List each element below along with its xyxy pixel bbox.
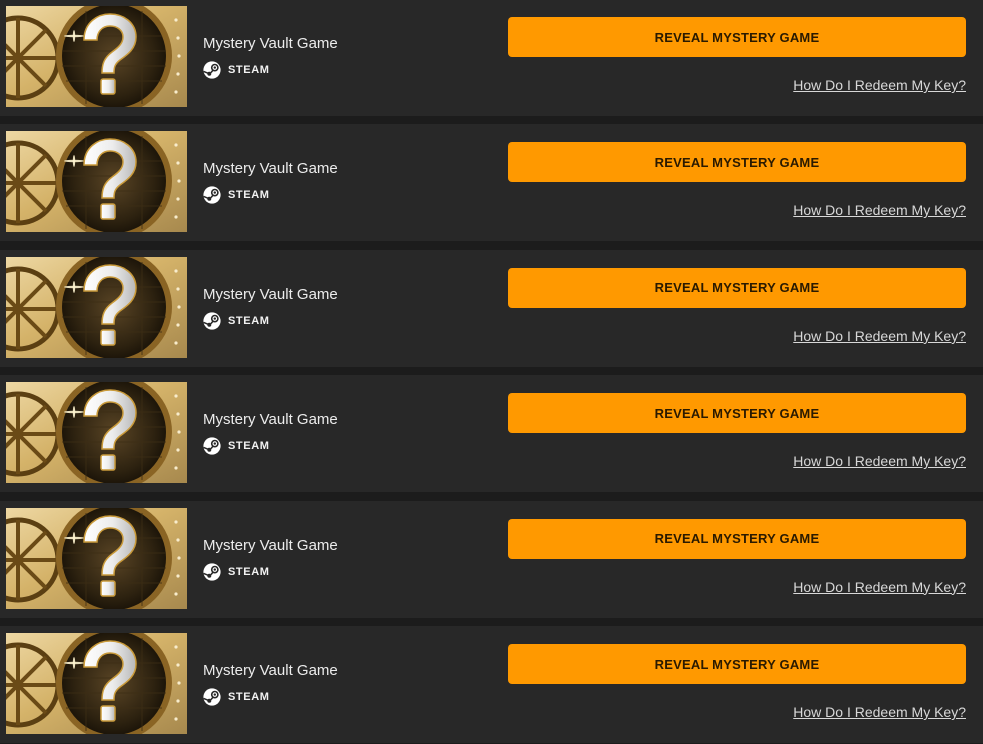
vault-question-mark-image: [6, 507, 187, 609]
vault-question-mark-image: [6, 633, 187, 734]
platform-badge: STEAM: [203, 312, 270, 330]
game-key-row: Mystery Vault Game STEAM REVEAL MYSTERY …: [0, 0, 983, 116]
steam-icon: [203, 562, 221, 581]
reveal-mystery-game-button[interactable]: REVEAL MYSTERY GAME: [508, 518, 966, 559]
vault-question-mark-image: [6, 382, 187, 484]
steam-icon: [203, 437, 221, 455]
game-key-row: Mystery Vault Game STEAM REVEAL MYSTERY …: [0, 375, 983, 493]
vault-question-mark-image: [6, 256, 187, 358]
game-title: Mystery Vault Game: [203, 285, 338, 303]
steam-icon: [203, 186, 221, 204]
how-to-redeem-link[interactable]: How Do I Redeem My Key?: [793, 202, 966, 218]
game-title: Mystery Vault Game: [203, 411, 338, 429]
steam-icon: [203, 688, 221, 706]
game-key-row: Mystery Vault Game STEAM REVEAL MYSTERY …: [0, 124, 983, 242]
platform-label: STEAM: [228, 314, 270, 327]
game-key-row: Mystery Vault Game STEAM REVEAL MYSTERY …: [0, 500, 983, 618]
reveal-mystery-game-button[interactable]: REVEAL MYSTERY GAME: [508, 142, 966, 183]
platform-label: STEAM: [228, 691, 270, 703]
game-title: Mystery Vault Game: [203, 536, 338, 554]
platform-badge: STEAM: [203, 688, 270, 706]
platform-label: STEAM: [228, 64, 270, 76]
how-to-redeem-link[interactable]: How Do I Redeem My Key?: [793, 77, 966, 93]
platform-badge: STEAM: [203, 437, 270, 455]
how-to-redeem-link[interactable]: How Do I Redeem My Key?: [793, 579, 966, 595]
reveal-mystery-game-button[interactable]: REVEAL MYSTERY GAME: [508, 267, 966, 308]
steam-icon: [203, 312, 221, 330]
how-to-redeem-link[interactable]: How Do I Redeem My Key?: [793, 704, 966, 720]
platform-label: STEAM: [228, 440, 270, 453]
vault-question-mark-image: [6, 131, 187, 233]
how-to-redeem-link[interactable]: How Do I Redeem My Key?: [793, 453, 966, 469]
steam-icon: [203, 61, 221, 79]
game-title: Mystery Vault Game: [203, 662, 338, 679]
game-key-row: Mystery Vault Game STEAM REVEAL MYSTERY …: [0, 626, 983, 743]
game-title: Mystery Vault Game: [203, 35, 338, 52]
game-key-row: Mystery Vault Game STEAM REVEAL MYSTERY …: [0, 249, 983, 367]
platform-label: STEAM: [228, 565, 270, 578]
reveal-mystery-game-button[interactable]: REVEAL MYSTERY GAME: [508, 644, 966, 684]
reveal-mystery-game-button[interactable]: REVEAL MYSTERY GAME: [508, 17, 966, 57]
platform-badge: STEAM: [203, 562, 270, 581]
platform-badge: STEAM: [203, 61, 270, 79]
reveal-mystery-game-button[interactable]: REVEAL MYSTERY GAME: [508, 393, 966, 434]
mystery-game-key-list: Mystery Vault Game STEAM REVEAL MYSTERY …: [0, 0, 983, 744]
platform-label: STEAM: [228, 189, 270, 202]
how-to-redeem-link[interactable]: How Do I Redeem My Key?: [793, 328, 966, 344]
platform-badge: STEAM: [203, 186, 270, 204]
vault-question-mark-image: [6, 6, 187, 107]
game-title: Mystery Vault Game: [203, 160, 338, 178]
